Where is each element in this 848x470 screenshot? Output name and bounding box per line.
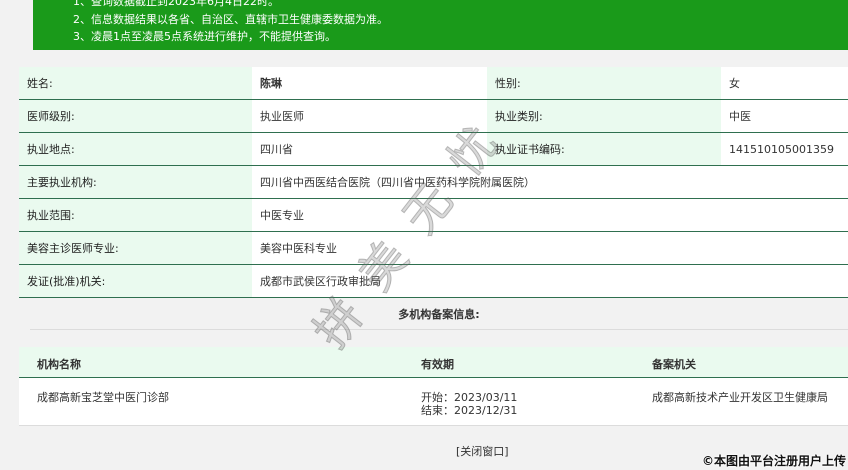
row-authority: 成都高新技术产业开发区卫生健康局 xyxy=(652,391,828,404)
level-label: 医师级别: xyxy=(19,99,252,133)
row-institution-name: 成都高新宝芝堂中医门诊部 xyxy=(37,391,169,404)
column-header-institution: 机构名称 xyxy=(37,358,81,371)
column-header-validity: 有效期 xyxy=(421,358,454,371)
info-row-location: 执业地点: 四川省 执业证书编码: 141510105001359 xyxy=(19,132,848,166)
info-row-institution: 主要执业机构: 四川省中西医结合医院（四川省中医药科学院附属医院） xyxy=(19,165,848,199)
row-validity-end: 结束：2023/12/31 xyxy=(421,404,518,417)
info-row-cosmetic: 美容主诊医师专业: 美容中医科专业 xyxy=(19,231,848,265)
location-label: 执业地点: xyxy=(19,132,252,166)
category-value: 中医 xyxy=(721,99,848,133)
institution-value: 四川省中西医结合医院（四川省中医药科学院附属医院） xyxy=(252,165,848,199)
institution-label: 主要执业机构: xyxy=(19,165,252,199)
scope-value: 中医专业 xyxy=(252,198,848,232)
scope-label: 执业范围: xyxy=(19,198,252,232)
authority-value: 成都市武侯区行政审批局 xyxy=(252,264,848,298)
info-row-name: 姓名: 陈琳 性别: 女 xyxy=(19,67,848,100)
info-row-level: 医师级别: 执业医师 执业类别: 中医 xyxy=(19,99,848,133)
gender-label: 性别: xyxy=(487,67,721,100)
gender-value: 女 xyxy=(721,67,848,100)
multi-institution-title: 多机构备案信息: xyxy=(30,301,848,330)
name-value: 陈琳 xyxy=(252,67,487,100)
category-label: 执业类别: xyxy=(487,99,721,133)
location-value: 四川省 xyxy=(252,132,487,166)
upload-credit: ©本图由平台注册用户上传 xyxy=(701,454,846,468)
close-window-link[interactable]: [关闭窗口] xyxy=(456,443,509,459)
notice-line-1: 1、查询数据截止到2023年6月4日22时。 xyxy=(73,0,279,8)
cosmetic-value: 美容中医科专业 xyxy=(252,231,848,265)
multi-table-header: 机构名称 有效期 备案机关 xyxy=(19,347,848,378)
notice-banner: 1、查询数据截止到2023年6月4日22时。 2、信息数据结果以各省、自治区、直… xyxy=(33,0,848,50)
column-header-authority: 备案机关 xyxy=(652,358,696,371)
notice-line-3: 3、凌晨1点至凌晨5点系统进行维护，不能提供查询。 xyxy=(73,30,336,43)
table-row: 成都高新宝芝堂中医门诊部 开始：2023/03/11 结束：2023/12/31… xyxy=(19,378,848,426)
doctor-info-table: 姓名: 陈琳 性别: 女 医师级别: 执业医师 执业类别: 中医 执业地点: 四… xyxy=(19,67,848,298)
level-value: 执业医师 xyxy=(252,99,487,133)
info-row-authority: 发证(批准)机关: 成都市武侯区行政审批局 xyxy=(19,264,848,298)
cosmetic-label: 美容主诊医师专业: xyxy=(19,231,252,265)
name-label: 姓名: xyxy=(19,67,252,100)
authority-label: 发证(批准)机关: xyxy=(19,264,252,298)
cert-label: 执业证书编码: xyxy=(487,132,721,166)
cert-value: 141510105001359 xyxy=(721,132,848,166)
info-row-scope: 执业范围: 中医专业 xyxy=(19,198,848,232)
notice-line-2: 2、信息数据结果以各省、自治区、直辖市卫生健康委数据为准。 xyxy=(73,13,388,26)
